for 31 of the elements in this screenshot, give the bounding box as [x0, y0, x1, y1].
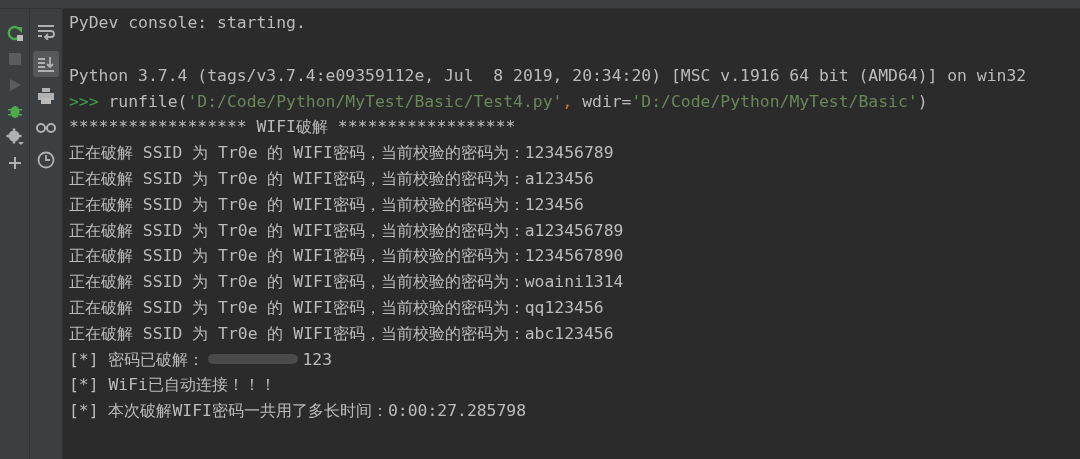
- console-text: Python 3.7.4 (tags/v3.7.4:e09359112e, Jul 8 2019, 20:34:20) [MSC v.1916 64 bit (AMD64)] on win32: [69, 64, 1027, 87]
- wrap-icon[interactable]: [37, 24, 55, 40]
- console-text: 123: [302, 348, 333, 371]
- console-text: [*] WiFi已自动连接！！！: [69, 374, 276, 397]
- glasses-icon[interactable]: [36, 122, 56, 134]
- console-text: 正在破解 SSID 为 Tr0e 的 WIFI密码，当前校验的密码为：123456789: [69, 142, 614, 165]
- clock-icon[interactable]: [37, 151, 55, 169]
- console-text: PyDev console: starting.: [69, 12, 306, 34]
- console-text: [*] 密码已破解：: [69, 348, 205, 371]
- console-text: 'D:/Code/Python/MyTest/Basic': [631, 90, 918, 113]
- console-text: 正在破解 SSID 为 Tr0e 的 WIFI密码，当前校验的密码为：1234567890: [69, 245, 624, 268]
- console-text: ****************** WIFI破解 ******************: [69, 116, 516, 139]
- console-text: ,: [562, 90, 573, 113]
- console-text: 正在破解 SSID 为 Tr0e 的 WIFI密码，当前校验的密码为：woaini1314: [69, 271, 624, 294]
- bug-icon[interactable]: [6, 103, 23, 119]
- console-text: 正在破解 SSID 为 Tr0e 的 WIFI密码，当前校验的密码为：abc123456: [69, 322, 614, 345]
- toolbar-button-background[interactable]: [33, 51, 59, 77]
- console-text: [*] 本次破解WIFI密码一共用了多长时间：0:00:27.285798: [69, 400, 527, 423]
- console-text: 'D:/Code/Python/MyTest/Basic/Test4.py': [187, 90, 563, 113]
- console-prompt: >>>: [69, 90, 99, 113]
- rerun-icon[interactable]: [5, 24, 24, 42]
- add-icon[interactable]: [7, 156, 22, 170]
- console-text: runfile(: [107, 90, 188, 113]
- console-text: 正在破解 SSID 为 Tr0e 的 WIFI密码，当前校验的密码为：123456: [69, 193, 584, 216]
- console-text: 正在破解 SSID 为 Tr0e 的 WIFI密码，当前校验的密码为：qq123456: [69, 296, 604, 319]
- console-text: ): [917, 90, 928, 113]
- scroll-to-end-icon[interactable]: [37, 56, 55, 72]
- console-text: wdir=: [581, 90, 632, 113]
- console-text: 正在破解 SSID 为 Tr0e 的 WIFI密码，当前校验的密码为：a123456: [69, 168, 594, 190]
- console-text: 正在破解 SSID 为 Tr0e 的 WIFI密码，当前校验的密码为：a123456789: [69, 219, 624, 242]
- printer-icon[interactable]: [37, 88, 55, 104]
